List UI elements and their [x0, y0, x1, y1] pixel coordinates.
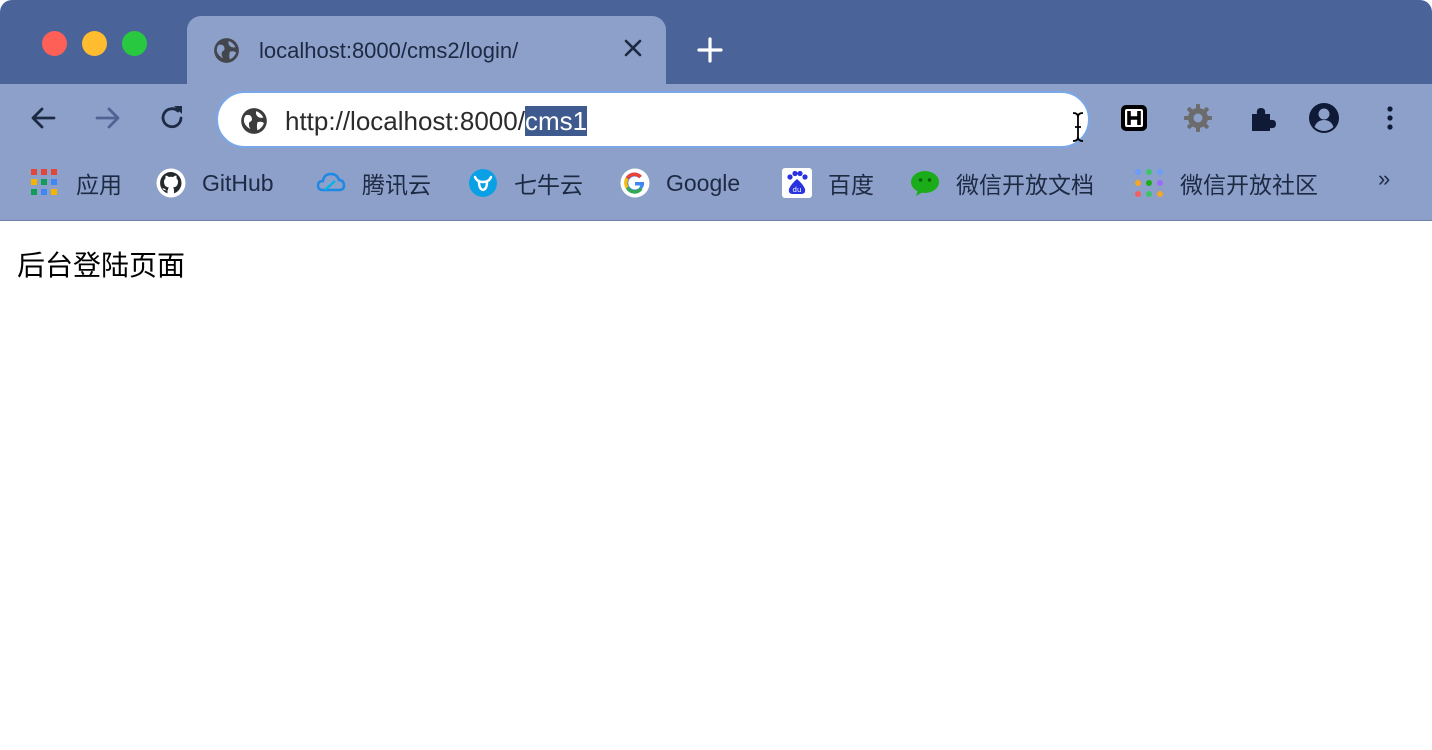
bookmarks-bar: 应用 GitHub 腾讯云 七牛云 Google du 百度 微信开放文档 微信…: [0, 152, 1432, 221]
browser-window: localhost:8000/cms2/login/ http://localh…: [0, 0, 1432, 750]
wechat-community-icon: [1135, 169, 1163, 197]
close-window-button[interactable]: [42, 31, 67, 56]
bookmark-tencent-cloud[interactable]: 腾讯云: [316, 167, 431, 199]
apps-grid-icon: [31, 169, 57, 195]
new-tab-icon[interactable]: [696, 36, 724, 64]
bookmark-wechat-docs[interactable]: 微信开放文档: [910, 167, 1094, 199]
h-extension-icon[interactable]: [1118, 102, 1150, 134]
google-icon: [620, 168, 650, 198]
bookmark-label: Google: [666, 169, 741, 196]
bookmark-label: 腾讯云: [362, 172, 431, 198]
menu-kebab-icon[interactable]: [1374, 102, 1406, 134]
bookmark-label: 微信开放文档: [956, 172, 1094, 198]
url-selection: cms1: [524, 106, 588, 136]
text-cursor-icon: [1072, 112, 1084, 142]
bookmark-label: 七牛云: [514, 172, 583, 198]
site-info-globe-icon[interactable]: [240, 107, 268, 135]
tab-strip: localhost:8000/cms2/login/: [0, 0, 1432, 84]
extensions-puzzle-icon[interactable]: [1246, 102, 1278, 134]
bookmark-apps[interactable]: 应用: [30, 167, 122, 199]
bookmark-label: 百度: [828, 172, 874, 198]
address-bar[interactable]: http://localhost:8000/cms1: [216, 91, 1090, 148]
bookmark-qiniu[interactable]: 七牛云: [468, 167, 583, 199]
url-text[interactable]: http://localhost:8000/cms1: [285, 106, 588, 137]
active-tab[interactable]: localhost:8000/cms2/login/: [187, 16, 666, 84]
globe-icon: [214, 38, 239, 63]
url-prefix: http://localhost:8000/: [285, 106, 525, 136]
bookmark-wechat-community[interactable]: 微信开放社区: [1134, 167, 1318, 199]
forward-arrow-icon[interactable]: [91, 102, 123, 134]
bookmark-label: 应用: [76, 172, 122, 198]
bookmark-label: 微信开放社区: [1180, 172, 1318, 198]
gear-extension-icon[interactable]: [1182, 102, 1214, 134]
profile-avatar-icon[interactable]: [1308, 102, 1340, 134]
github-icon: [156, 168, 186, 198]
baidu-icon: du: [782, 168, 812, 198]
svg-text:du: du: [793, 186, 802, 194]
bookmark-baidu[interactable]: du 百度: [782, 167, 874, 199]
maximize-window-button[interactable]: [122, 31, 147, 56]
qiniu-icon: [469, 169, 497, 197]
close-tab-icon[interactable]: [623, 38, 643, 58]
back-arrow-icon[interactable]: [28, 102, 60, 134]
minimize-window-button[interactable]: [82, 31, 107, 56]
bookmarks-overflow-chevron-icon[interactable]: »: [1378, 166, 1390, 192]
bookmark-google[interactable]: Google: [620, 167, 740, 199]
wechat-icon: [911, 171, 939, 196]
bookmark-github[interactable]: GitHub: [156, 167, 274, 199]
tencent-cloud-icon: [316, 172, 346, 192]
page-heading: 后台登陆页面: [17, 249, 186, 282]
reload-icon[interactable]: [156, 102, 188, 134]
bookmark-label: GitHub: [202, 169, 274, 196]
tab-title: localhost:8000/cms2/login/: [259, 38, 519, 63]
toolbar: http://localhost:8000/cms1: [0, 84, 1432, 152]
